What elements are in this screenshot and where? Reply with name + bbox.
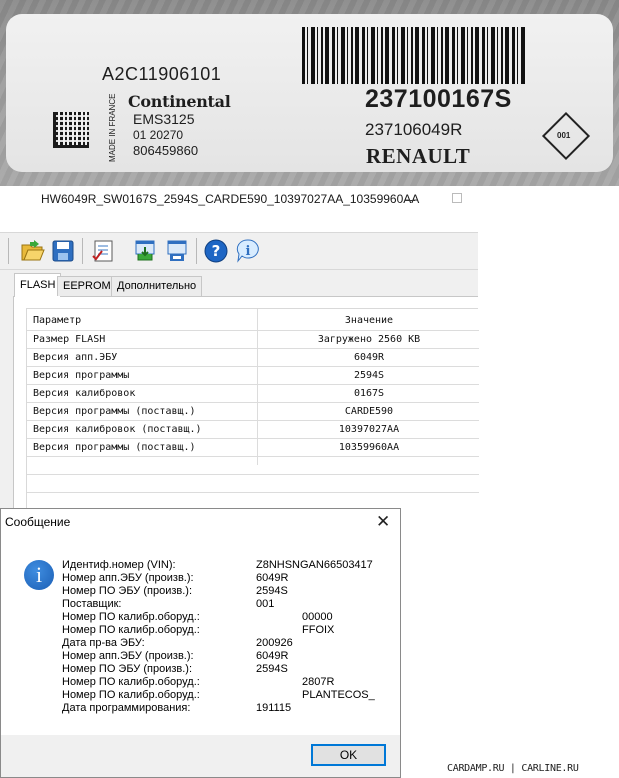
msg-label: Номер ПО калибр.оборуд.: — [62, 624, 200, 636]
empty-row — [27, 457, 479, 475]
msg-value: 001 — [256, 598, 275, 610]
msg-value: Z8NHSNGAN66503417 — [256, 559, 373, 571]
information-icon: i — [24, 560, 54, 590]
param-value: Загружено 2560 KB — [317, 334, 421, 345]
supplier-code: A2C11906101 — [102, 64, 222, 84]
param-name: Размер FLASH — [33, 334, 106, 345]
param-name: Версия калибровок — [33, 388, 136, 399]
sticker-line-1: 01 20270 — [133, 128, 184, 142]
msg-label: Поставщик: — [62, 598, 122, 610]
param-name: Версия апп.ЭБУ — [33, 352, 118, 363]
toolbar-grip — [8, 238, 9, 264]
barcode — [302, 27, 527, 84]
table-row[interactable]: Версия апп.ЭБУ 6049R — [27, 349, 479, 367]
msg-value: FFOIX — [302, 624, 335, 636]
toolbar: ? i — [0, 232, 478, 270]
sticker-line-2: 806459860 — [133, 143, 199, 158]
msg-label: Номер ПО калибр.оборуд.: — [62, 676, 200, 688]
param-value: 6049R — [353, 352, 385, 363]
msg-label: Дата программирования: — [62, 702, 191, 714]
info-icon[interactable]: i — [235, 238, 261, 264]
ecu-label-photo: A2C11906101 Continental EMS3125 01 20270… — [0, 0, 619, 186]
msg-value: 2594S — [256, 585, 288, 597]
read-icon[interactable] — [132, 238, 158, 264]
diamond-code: 001 — [557, 131, 571, 140]
grid-header: Параметр Значение — [27, 309, 479, 331]
params-grid: Параметр Значение Размер FLASH Загружено… — [26, 308, 479, 510]
msg-value: PLANTECOS_ — [302, 689, 375, 701]
msg-value: 200926 — [256, 637, 293, 649]
help-icon[interactable]: ? — [203, 238, 229, 264]
msg-value: 00000 — [302, 611, 333, 623]
checklist-icon[interactable] — [90, 238, 116, 264]
msg-value: 2807R — [302, 676, 335, 688]
svg-text:i: i — [246, 244, 251, 259]
header-param: Параметр — [33, 315, 82, 326]
close-icon[interactable]: ✕ — [376, 512, 390, 532]
made-in-label: MADE IN FRANCE — [108, 93, 117, 162]
ok-button[interactable]: OK — [311, 744, 386, 766]
empty-row — [27, 475, 479, 493]
toolbar-separator — [82, 238, 83, 264]
param-value: 10359960AA — [338, 442, 400, 453]
toolbar-separator — [196, 238, 197, 264]
msg-label: Номер ПО ЭБУ (произв.): — [62, 585, 193, 597]
param-name: Версия программы — [33, 370, 130, 381]
msg-label: Номер апп.ЭБУ (произв.): — [62, 572, 194, 584]
tab-eeprom[interactable]: EEPROM — [57, 276, 117, 296]
table-row[interactable]: Версия программы 2594S — [27, 367, 479, 385]
msg-label: Номер апп.ЭБУ (произв.): — [62, 650, 194, 662]
table-row[interactable]: Версия программы (поставщ.) 10359960AA — [27, 439, 479, 457]
msg-label: Номер ПО калибр.оборуд.: — [62, 689, 200, 701]
param-value: 10397027AA — [338, 424, 400, 435]
message-dialog: Сообщение ✕ i Идентиф.номер (VIN): Z8NHS… — [0, 508, 401, 778]
msg-label: Номер ПО калибр.оборуд.: — [62, 611, 200, 623]
msg-label: Номер ПО ЭБУ (произв.): — [62, 663, 193, 675]
msg-value: 6049R — [256, 650, 289, 662]
param-name: Версия калибровок (поставщ.) — [33, 424, 202, 435]
param-name: Версия программы (поставщ.) — [33, 442, 196, 453]
watermark: CARDAMP.RU | CARLINE.RU — [447, 763, 579, 774]
param-value: 0167S — [353, 388, 385, 399]
table-row[interactable]: Версия калибровок (поставщ.) 10397027AA — [27, 421, 479, 439]
write-icon[interactable] — [164, 238, 190, 264]
table-row[interactable]: Версия калибровок 0167S — [27, 385, 479, 403]
msg-label: Дата пр-ва ЭБУ: — [62, 637, 145, 649]
table-row[interactable]: Размер FLASH Загружено 2560 KB — [27, 331, 479, 349]
param-name: Версия программы (поставщ.) — [33, 406, 196, 417]
brand-logo: Continental — [128, 92, 231, 111]
datamatrix-code — [53, 112, 89, 148]
open-folder-icon[interactable] — [20, 238, 46, 264]
dialog-title: Сообщение — [5, 515, 71, 529]
ecu-model: EMS3125 — [133, 111, 195, 127]
save-icon[interactable] — [50, 238, 76, 264]
msg-value: 2594S — [256, 663, 288, 675]
header-value: Значение — [344, 315, 394, 326]
svg-text:?: ? — [212, 242, 221, 260]
window-title: HW6049R_SW0167S_2594S_CARDE590_10397027A… — [41, 192, 420, 206]
minimize-button[interactable] — [405, 200, 415, 201]
param-value: CARDE590 — [344, 406, 394, 417]
msg-label: Идентиф.номер (VIN): — [62, 559, 176, 571]
param-value: 2594S — [353, 370, 385, 381]
maximize-button[interactable] — [452, 193, 462, 203]
renault-number-big: 237100167S — [365, 85, 512, 113]
renault-number-small: 237106049R — [365, 120, 463, 139]
tab-additional[interactable]: Дополнительно — [111, 276, 203, 296]
msg-value: 191115 — [256, 702, 292, 714]
tab-flash[interactable]: FLASH — [14, 273, 62, 297]
table-row[interactable]: Версия программы (поставщ.) CARDE590 — [27, 403, 479, 421]
msg-value: 6049R — [256, 572, 289, 584]
maker-logo: RENAULT — [366, 144, 471, 168]
